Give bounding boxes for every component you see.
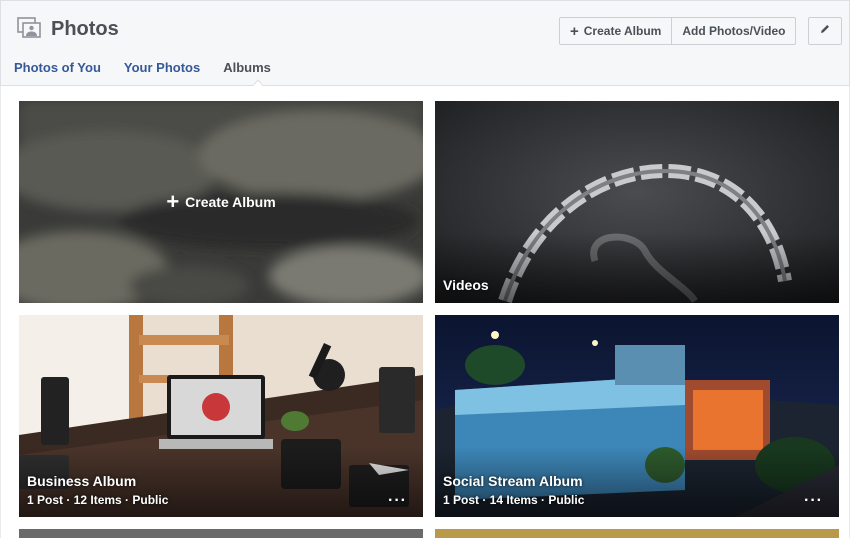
add-photos-label: Add Photos/Video (682, 24, 786, 38)
create-album-button[interactable]: + Create Album (559, 17, 673, 45)
album-card-social-stream[interactable]: Social Stream Album 1 Post · 14 Items · … (435, 315, 839, 517)
album-meta: 1 Post · 14 Items · Public (443, 493, 585, 507)
more-options-icon[interactable]: ··· (388, 493, 407, 509)
photos-icon (17, 17, 41, 41)
plus-icon: + (166, 189, 180, 214)
pencil-icon (819, 22, 831, 40)
album-actions: + Create Album Add Photos/Video (559, 17, 797, 45)
album-card-partial[interactable] (19, 529, 423, 538)
album-card-partial[interactable] (435, 529, 839, 538)
album-title: Social Stream Album (443, 473, 583, 489)
edit-button[interactable] (808, 17, 842, 45)
title-wrap: Photos (17, 17, 119, 41)
create-album-overlay: + Create Album (19, 101, 423, 303)
tab-your-photos[interactable]: Your Photos (124, 60, 200, 75)
album-title: Videos (443, 277, 489, 293)
album-card-business[interactable]: Business Album 1 Post · 12 Items · Publi… (19, 315, 423, 517)
album-card-videos[interactable]: Videos (435, 101, 839, 303)
caption-shade (435, 233, 839, 303)
photos-tabs: Photos of You Your Photos Albums (14, 60, 294, 75)
tab-albums[interactable]: Albums (223, 60, 271, 75)
plus-icon: + (570, 22, 579, 40)
tab-photos-of-you[interactable]: Photos of You (14, 60, 101, 75)
page-title: Photos (51, 17, 119, 40)
more-options-icon[interactable]: ··· (804, 493, 823, 509)
add-photos-video-button[interactable]: Add Photos/Video (672, 17, 797, 45)
album-meta: 1 Post · 12 Items · Public (27, 493, 169, 507)
create-album-card[interactable]: + Create Album (19, 101, 423, 303)
create-album-label: Create Album (583, 24, 662, 38)
create-album-card-label: Create Album (185, 194, 276, 210)
album-title: Business Album (27, 473, 137, 489)
